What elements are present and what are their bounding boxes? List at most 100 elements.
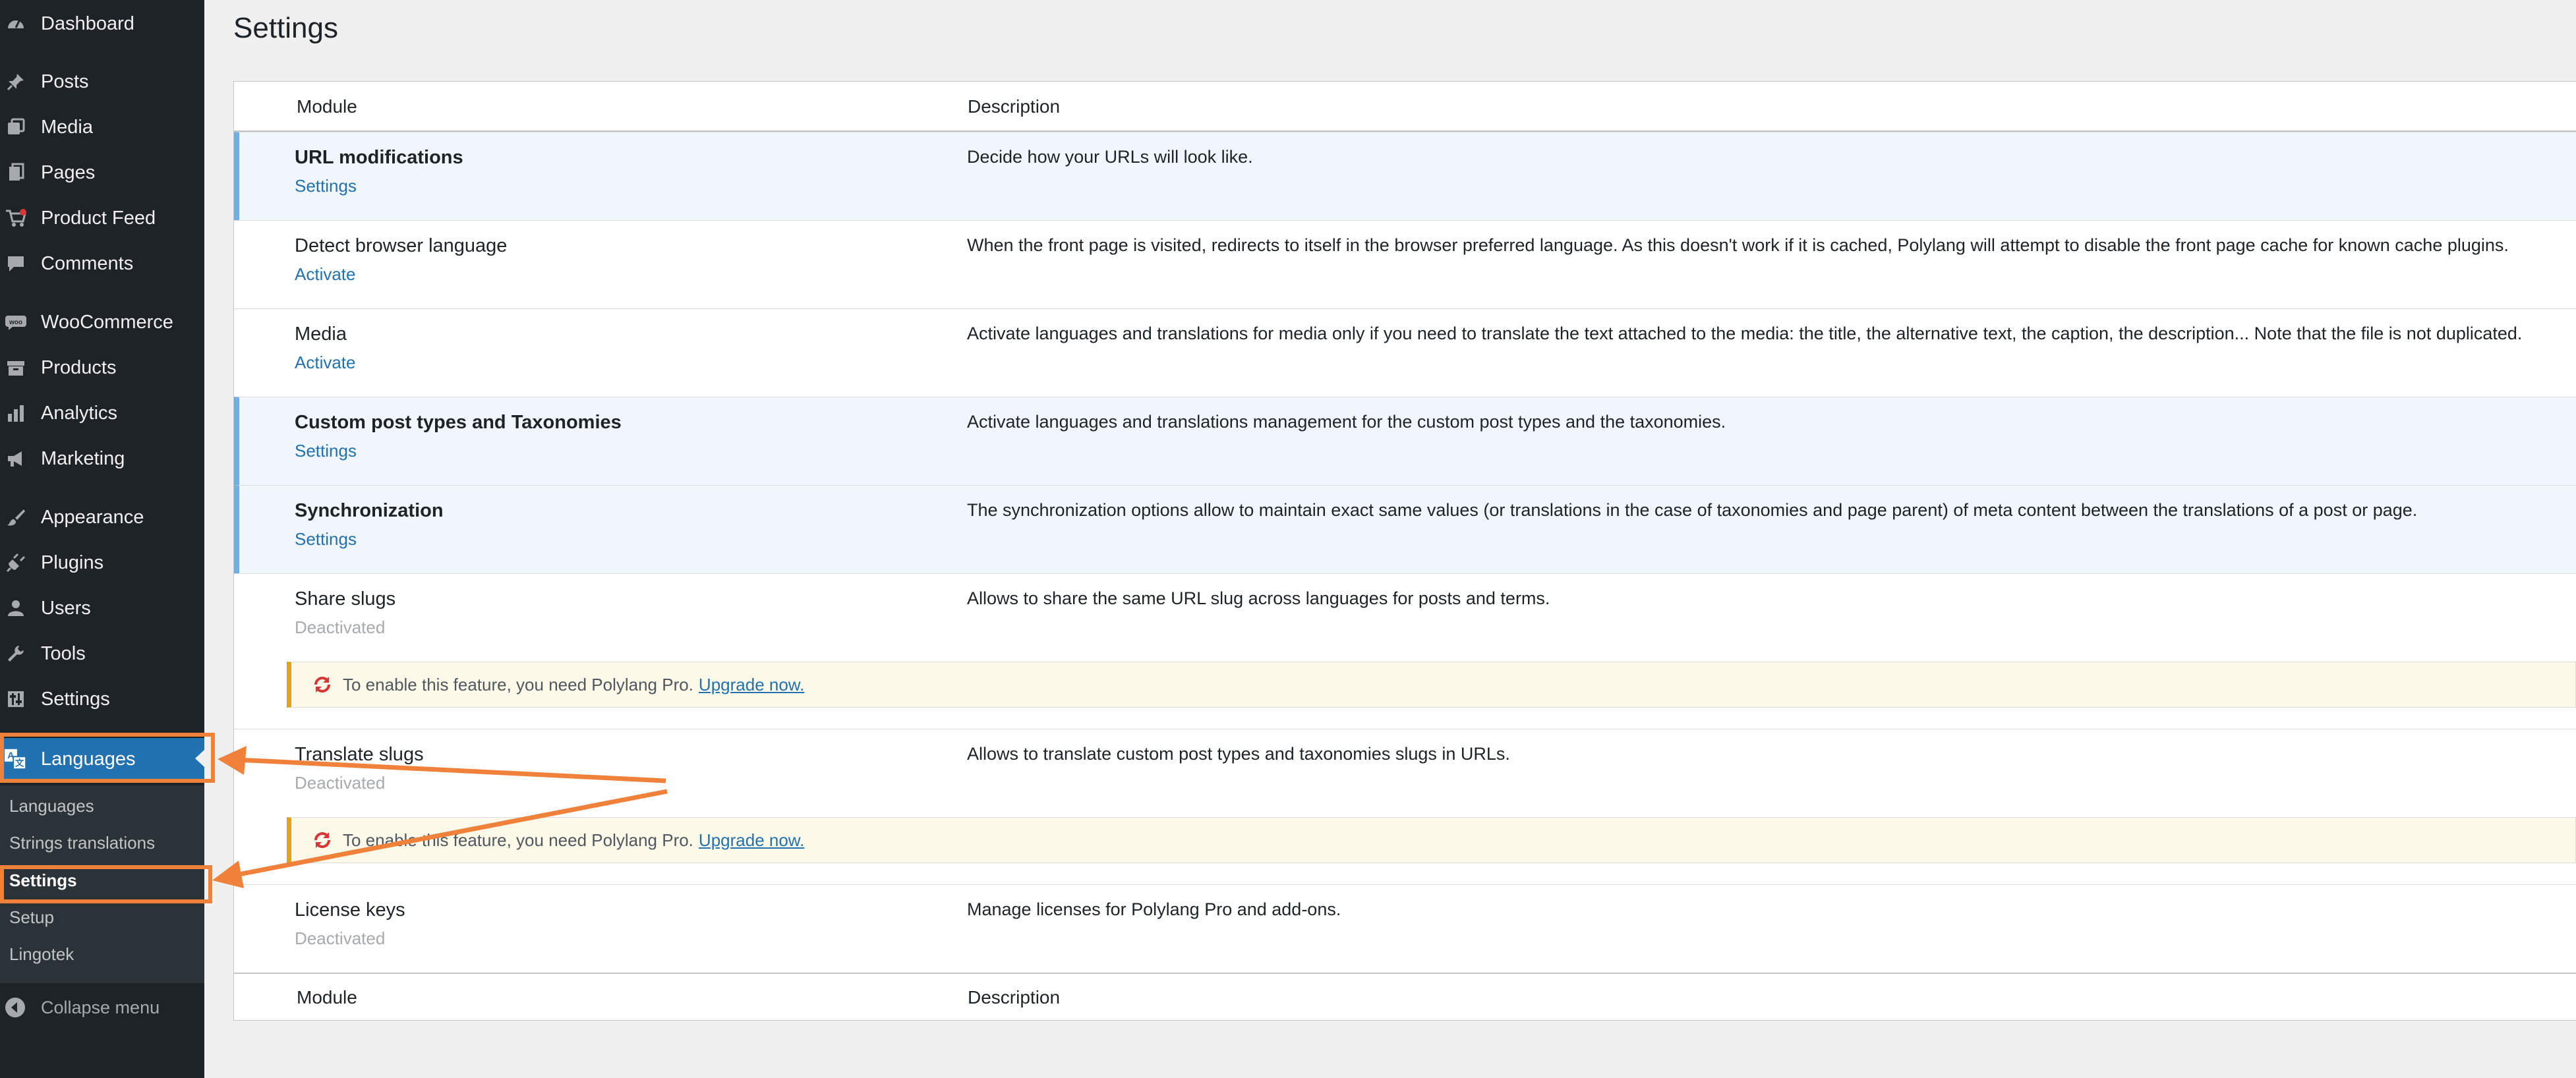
megaphone-icon <box>4 447 28 470</box>
media-icon <box>4 115 28 139</box>
module-settings-link[interactable]: Settings <box>295 441 357 461</box>
submenu-item-lingotek[interactable]: Lingotek <box>9 944 74 965</box>
module-settings-link[interactable]: Settings <box>295 529 357 550</box>
menu-item-posts[interactable]: Posts <box>0 62 204 101</box>
menu-label: Settings <box>41 688 110 710</box>
sliders-icon <box>4 687 28 711</box>
highlight-box-languages <box>0 733 215 783</box>
menu-label: Products <box>41 356 117 378</box>
column-footer-description: Description <box>968 987 1061 1007</box>
dashboard-icon <box>4 12 28 36</box>
comment-icon <box>4 252 28 275</box>
menu-label: Dashboard <box>41 13 134 34</box>
menu-label: WooCommerce <box>41 311 173 333</box>
svg-text:woo: woo <box>9 319 22 326</box>
menu-item-comments[interactable]: Comments <box>0 244 204 283</box>
menu-label: Tools <box>41 642 86 664</box>
module-activate-link[interactable]: Activate <box>295 353 356 373</box>
module-row-custom-post-types: Custom post types and Taxonomies Setting… <box>234 397 2576 485</box>
footer-divider <box>234 973 2576 974</box>
menu-item-products[interactable]: Products <box>0 348 204 387</box>
module-row-media: Media Activate Activate languages and tr… <box>234 308 2576 397</box>
modules-table: Module Description URL modifications Set… <box>233 81 2576 1021</box>
upgrade-now-link[interactable]: Upgrade now. <box>699 675 804 695</box>
module-row-detect-browser-language: Detect browser language Activate When th… <box>234 220 2576 308</box>
menu-label: Posts <box>41 71 89 92</box>
module-row-license-keys: License keys Deactivated Manage licenses… <box>234 884 2576 973</box>
module-description: The synchronization options allow to mai… <box>967 500 2418 520</box>
module-name: URL modifications <box>295 147 463 168</box>
module-description: Allows to translate custom post types an… <box>967 744 1510 764</box>
collapse-menu-label: Collapse menu <box>41 998 160 1017</box>
page-title: Settings <box>233 12 338 44</box>
menu-label: Users <box>41 597 91 619</box>
menu-label: Appearance <box>41 506 144 528</box>
module-settings-link[interactable]: Settings <box>295 176 357 196</box>
menu-label: Pages <box>41 161 96 183</box>
submenu-item-languages[interactable]: Languages <box>9 796 94 816</box>
menu-item-pages[interactable]: Pages <box>0 153 204 192</box>
menu-label: Comments <box>41 252 134 274</box>
module-row-share-slugs: Share slugs Deactivated Allows to share … <box>234 573 2576 729</box>
menu-item-users[interactable]: Users <box>0 588 204 628</box>
refresh-icon <box>314 677 330 693</box>
menu-item-woocommerce[interactable]: woo WooCommerce <box>0 302 204 342</box>
menu-label: Marketing <box>41 447 125 469</box>
admin-sidebar: Dashboard Posts Media Pages Product Feed… <box>0 0 204 1078</box>
module-status-deactivated: Deactivated <box>295 928 386 948</box>
menu-item-plugins[interactable]: Plugins <box>0 543 204 582</box>
module-name: Translate slugs <box>295 744 424 765</box>
menu-item-analytics[interactable]: Analytics <box>0 393 204 433</box>
module-row-synchronization: Synchronization Settings The synchroniza… <box>234 485 2576 573</box>
module-description: When the front page is visited, redirect… <box>967 235 2509 255</box>
module-status-deactivated: Deactivated <box>295 773 386 793</box>
refresh-icon <box>314 832 330 848</box>
upgrade-now-link[interactable]: Upgrade now. <box>699 830 804 851</box>
module-row-url-modifications: URL modifications Settings Decide how yo… <box>234 132 2576 220</box>
upgrade-notice: To enable this feature, you need Polylan… <box>287 662 2576 708</box>
notice-text: To enable this feature, you need Polylan… <box>343 674 693 695</box>
module-name: Media <box>295 324 347 345</box>
column-header-description: Description <box>968 96 1061 117</box>
module-description: Allows to share the same URL slug across… <box>967 588 1550 608</box>
notice-text: To enable this feature, you need Polylan… <box>343 830 693 850</box>
pushpin-icon <box>4 70 28 94</box>
module-description: Decide how your URLs will look like. <box>967 147 1253 167</box>
menu-label: Plugins <box>41 552 104 573</box>
collapse-menu-button[interactable]: Collapse menu <box>0 988 204 1028</box>
module-activate-link[interactable]: Activate <box>295 264 356 285</box>
module-name: Share slugs <box>295 588 396 610</box>
collapse-arrow-icon <box>4 996 26 1023</box>
menu-item-marketing[interactable]: Marketing <box>0 439 204 478</box>
plug-icon <box>4 551 28 575</box>
submenu-item-strings-translations[interactable]: Strings translations <box>9 833 155 853</box>
module-description: Activate languages and translations mana… <box>967 412 1726 432</box>
upgrade-notice: To enable this feature, you need Polylan… <box>287 817 2576 863</box>
module-row-translate-slugs: Translate slugs Deactivated Allows to tr… <box>234 729 2576 884</box>
submenu-item-setup[interactable]: Setup <box>9 907 54 928</box>
module-name: License keys <box>295 899 405 921</box>
column-header-module: Module <box>297 96 357 117</box>
menu-item-media[interactable]: Media <box>0 107 204 147</box>
module-status-deactivated: Deactivated <box>295 617 386 637</box>
column-footer-module: Module <box>297 987 357 1007</box>
menu-label: Product Feed <box>41 207 156 229</box>
paintbrush-icon <box>4 505 28 529</box>
pages-icon <box>4 161 28 184</box>
menu-label: Analytics <box>41 402 118 424</box>
module-name: Detect browser language <box>295 235 508 256</box>
menu-item-product-feed[interactable]: Product Feed <box>0 198 204 238</box>
user-icon <box>4 596 28 620</box>
menu-item-tools[interactable]: Tools <box>0 634 204 673</box>
bar-chart-icon <box>4 401 28 425</box>
menu-item-settings[interactable]: Settings <box>0 679 204 719</box>
module-description: Manage licenses for Polylang Pro and add… <box>967 899 1341 919</box>
woocommerce-icon: woo <box>4 310 28 334</box>
archive-icon <box>4 356 28 380</box>
menu-item-appearance[interactable]: Appearance <box>0 497 204 537</box>
module-name: Custom post types and Taxonomies <box>295 412 622 433</box>
menu-label: Media <box>41 116 93 138</box>
highlight-box-settings <box>0 865 212 903</box>
module-description: Activate languages and translations for … <box>967 324 2523 343</box>
menu-item-dashboard[interactable]: Dashboard <box>0 4 204 43</box>
